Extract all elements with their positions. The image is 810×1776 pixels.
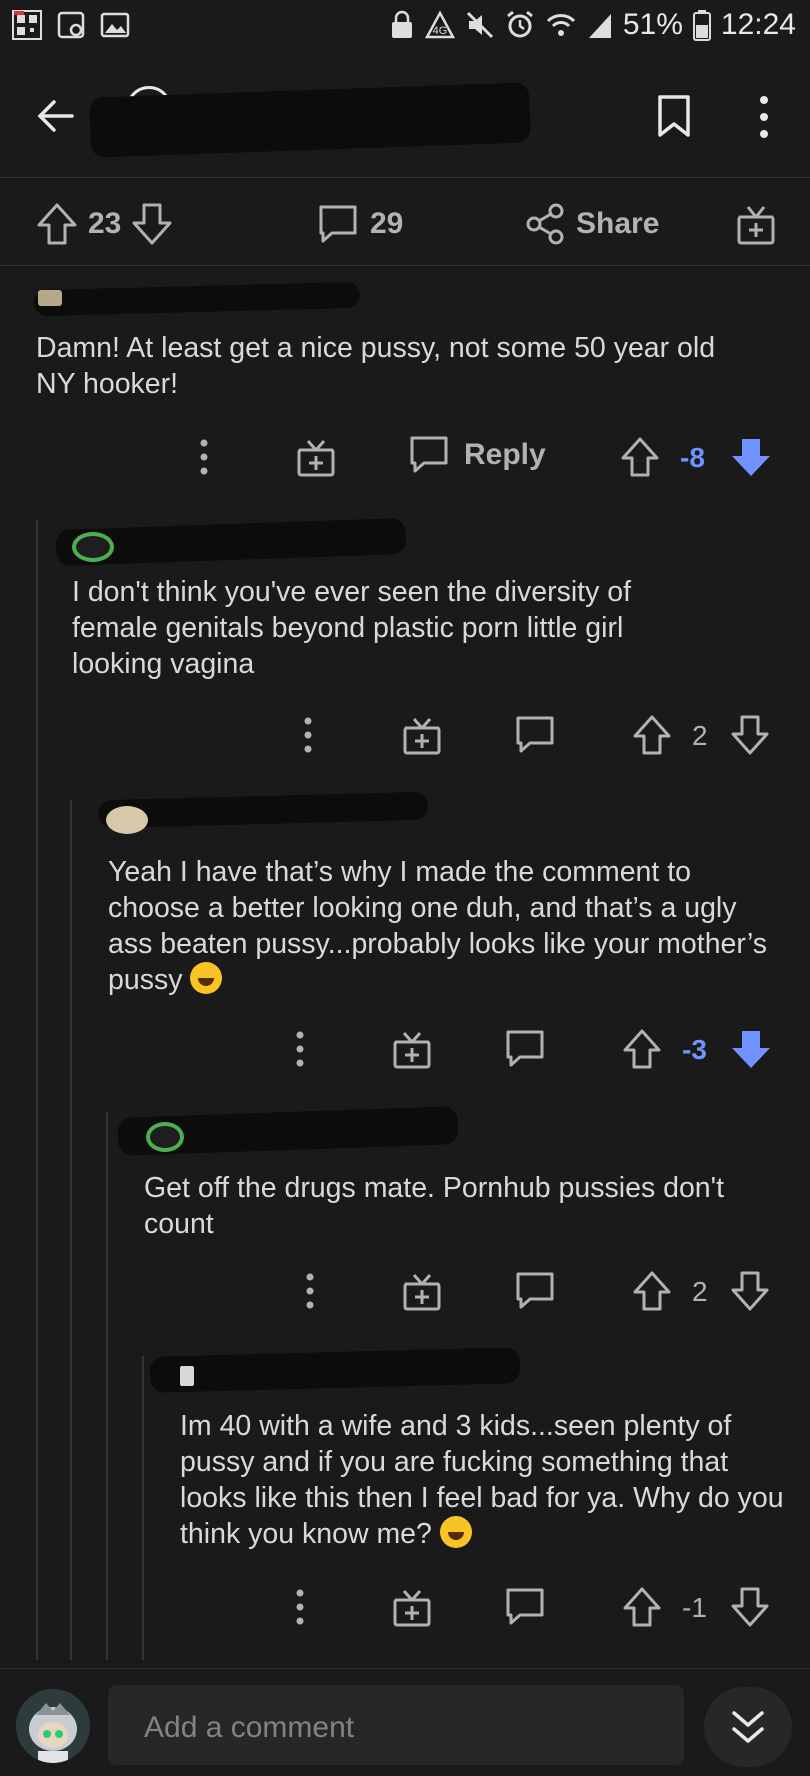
comment-actions: -1	[0, 1584, 810, 1634]
upvote-icon[interactable]	[622, 1586, 662, 1628]
upvote-icon[interactable]	[632, 714, 672, 756]
upvote-icon[interactable]	[622, 1028, 662, 1070]
redacted-username	[33, 281, 361, 317]
current-user-avatar[interactable]	[16, 1689, 90, 1763]
comment-1: Damn! At least get a nice pussy, not som…	[0, 266, 810, 496]
wifi-icon	[546, 14, 575, 36]
upvote-icon[interactable]	[36, 202, 78, 246]
reply-label: Reply	[464, 438, 546, 471]
laughing-emoji-icon	[190, 962, 223, 994]
comment-icon	[410, 436, 448, 473]
comment-2: I don't think you've ever seen the diver…	[0, 500, 810, 770]
share-button[interactable]: Share	[524, 202, 659, 246]
redacted-username	[149, 1347, 521, 1393]
post-score: 23	[88, 207, 122, 240]
comment-4: Get off the drugs mate. Pornhub pussies …	[0, 1090, 810, 1320]
more-options-icon[interactable]	[302, 716, 314, 754]
more-options-icon[interactable]	[304, 1272, 316, 1310]
next-comment-button[interactable]	[704, 1687, 792, 1767]
comment-score: -8	[680, 442, 705, 473]
downvote-icon-active[interactable]	[730, 1028, 772, 1070]
comment-count: 29	[370, 207, 404, 240]
image-icon	[100, 12, 130, 38]
comment-text: I don't think you've ever seen the diver…	[72, 576, 632, 680]
comment-score: 2	[692, 720, 708, 751]
add-comment-placeholder: Add a comment	[144, 1711, 355, 1744]
user-avatar	[38, 290, 62, 306]
comment-3: Yeah I have that’s why I made the commen…	[0, 780, 810, 1080]
bookmark-icon[interactable]	[656, 94, 692, 138]
award-icon[interactable]	[392, 1588, 432, 1628]
comment-5: Im 40 with a wife and 3 kids...seen plen…	[0, 1330, 810, 1660]
svg-text:4G: 4G	[433, 25, 448, 37]
back-arrow-icon[interactable]	[36, 96, 76, 136]
qr-code-icon	[12, 10, 42, 40]
comment-text-content: Im 40 with a wife and 3 kids...seen plen…	[180, 1410, 784, 1550]
downvote-icon[interactable]	[730, 714, 770, 756]
downvote-icon[interactable]	[730, 1270, 770, 1312]
downvote-icon[interactable]	[730, 1586, 770, 1628]
share-icon	[526, 203, 564, 245]
award-icon[interactable]	[402, 716, 442, 756]
comment-icon	[319, 205, 357, 243]
status-bar: 4G 51% 12:24	[0, 0, 810, 56]
comment-text: Im 40 with a wife and 3 kids...seen plen…	[180, 1408, 800, 1552]
user-avatar	[106, 806, 148, 834]
reply-icon[interactable]	[504, 1028, 546, 1070]
award-icon[interactable]	[736, 204, 776, 246]
comment-text: Get off the drugs mate. Pornhub pussies …	[144, 1172, 725, 1240]
post-comments-button[interactable]: 29	[316, 202, 403, 246]
alarm-icon	[506, 10, 533, 38]
post-vote-group: 23	[36, 202, 173, 246]
avatar-character-icon	[16, 1689, 90, 1763]
battery-icon	[692, 10, 711, 41]
more-options-icon[interactable]	[294, 1030, 306, 1068]
comment-score: -3	[682, 1034, 707, 1065]
user-avatar	[180, 1366, 194, 1386]
reply-icon[interactable]	[514, 714, 556, 756]
comment-score: -1	[682, 1592, 707, 1623]
signal-icon	[588, 14, 611, 38]
user-avatar	[72, 532, 114, 562]
bottom-comment-bar: Add a comment	[0, 1668, 810, 1776]
gallery-badge-icon	[57, 11, 85, 39]
comment-text: Yeah I have that’s why I made the commen…	[108, 854, 788, 998]
laughing-emoji-icon	[439, 1516, 472, 1548]
app-bar	[0, 56, 810, 178]
add-comment-input[interactable]: Add a comment	[108, 1685, 684, 1765]
upvote-icon[interactable]	[620, 436, 660, 478]
downvote-icon[interactable]	[131, 202, 173, 246]
user-avatar	[146, 1122, 184, 1152]
lock-icon	[391, 10, 412, 38]
more-options-icon[interactable]	[294, 1588, 306, 1626]
award-icon[interactable]	[392, 1030, 432, 1070]
comment-text: Damn! At least get a nice pussy, not som…	[36, 332, 716, 400]
award-icon[interactable]	[402, 1272, 442, 1312]
battery-percent: 51%	[622, 8, 683, 41]
upvote-icon[interactable]	[632, 1270, 672, 1312]
reply-icon[interactable]	[514, 1270, 556, 1312]
reply-button[interactable]: Reply	[408, 434, 546, 476]
more-options-icon[interactable]	[198, 438, 210, 476]
post-action-bar: 23 29 Share	[0, 180, 810, 266]
comment-actions: -3	[0, 1026, 810, 1076]
double-chevron-down-icon	[732, 1711, 764, 1743]
comment-actions: Reply -8	[0, 434, 810, 484]
comment-score: 2	[692, 1276, 708, 1307]
clock: 12:24	[720, 8, 796, 41]
award-icon[interactable]	[296, 438, 336, 478]
more-options-icon[interactable]	[756, 94, 772, 140]
share-label: Share	[576, 207, 660, 240]
comment-actions: 2	[0, 712, 810, 762]
downvote-icon-active[interactable]	[730, 436, 772, 478]
warning-icon: 4G	[424, 10, 455, 39]
mute-icon	[466, 11, 493, 39]
comment-actions: 2	[0, 1268, 810, 1318]
reply-icon[interactable]	[504, 1586, 546, 1628]
